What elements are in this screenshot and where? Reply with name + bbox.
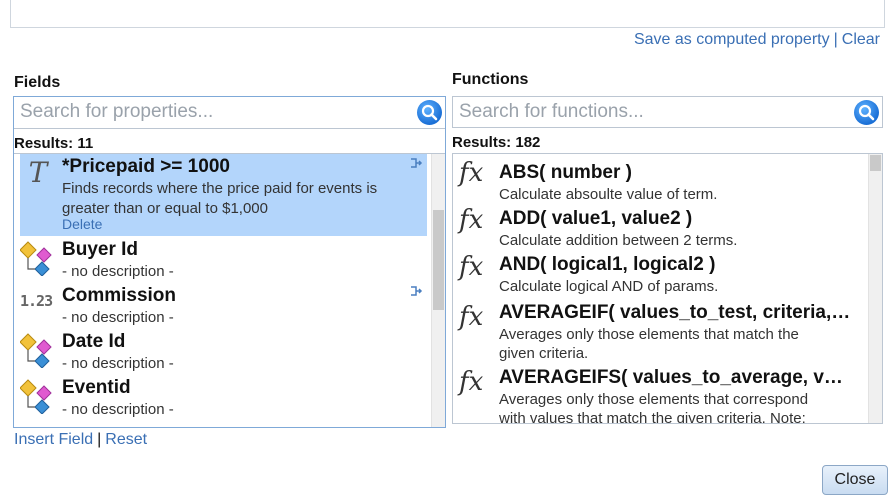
delete-field-link[interactable]: Delete bbox=[62, 216, 102, 232]
functions-title: Functions bbox=[452, 71, 529, 88]
drag-insert-icon[interactable] bbox=[409, 284, 423, 298]
dimension-hierarchy-icon bbox=[20, 241, 52, 276]
function-icon: fx bbox=[459, 302, 484, 332]
field-item-pricepaid[interactable]: T *Pricepaid >= 1000 Finds records where… bbox=[20, 154, 427, 236]
expression-actions: Save as computed property | Clear bbox=[634, 31, 880, 49]
field-item-eventid[interactable]: Eventid - no description - bbox=[20, 376, 427, 420]
function-icon: fx bbox=[459, 252, 484, 282]
field-name: Commission bbox=[62, 285, 177, 306]
function-item-add[interactable]: fx ADD( value1, value2 ) Calculate addit… bbox=[459, 205, 869, 249]
function-description-line: given criteria. bbox=[499, 345, 589, 362]
dimension-hierarchy-icon bbox=[20, 333, 52, 368]
link-separator: | bbox=[833, 31, 838, 48]
function-description: Calculate addition between 2 terms. bbox=[499, 232, 738, 249]
function-description: Averages only those elements that match … bbox=[499, 325, 799, 363]
fields-scrollbar-thumb[interactable] bbox=[433, 210, 444, 310]
function-description: Calculate absoulte value of term. bbox=[499, 186, 718, 203]
field-name: Eventid bbox=[62, 377, 131, 398]
fields-search-input[interactable] bbox=[20, 100, 400, 124]
function-signature: ABS( number ) bbox=[499, 162, 632, 183]
field-description-line: Finds records where the price paid for e… bbox=[62, 180, 378, 197]
functions-results-count: Results: 182 bbox=[452, 134, 541, 151]
function-icon: fx bbox=[459, 205, 484, 235]
fields-panel: Results: 11 T *Pricepaid >= 1000 Finds r… bbox=[13, 96, 446, 428]
function-description: Calculate logical AND of params. bbox=[499, 278, 719, 295]
field-item-buyer-id[interactable]: Buyer Id - no description - bbox=[20, 238, 427, 282]
fields-search-button[interactable] bbox=[417, 100, 442, 125]
function-signature: AVERAGEIFS( values_to_average, v… bbox=[499, 367, 843, 388]
fields-list[interactable]: T *Pricepaid >= 1000 Finds records where… bbox=[14, 153, 445, 427]
field-description-line: greater than or equal to $1,000 bbox=[62, 200, 268, 217]
search-icon bbox=[858, 104, 875, 121]
clear-link[interactable]: Clear bbox=[842, 31, 880, 48]
fields-scrollbar[interactable] bbox=[431, 154, 445, 427]
field-item-date-id[interactable]: Date Id - no description - bbox=[20, 330, 427, 374]
insert-field-link[interactable]: Insert Field bbox=[14, 431, 93, 448]
function-icon: fx bbox=[459, 367, 484, 397]
function-item-averageif[interactable]: fx AVERAGEIF( values_to_test, criteria,…… bbox=[459, 298, 869, 363]
fields-search-box bbox=[14, 97, 445, 129]
field-description: Finds records where the price paid for e… bbox=[62, 179, 377, 219]
search-icon bbox=[421, 104, 438, 121]
dimension-hierarchy-icon bbox=[20, 379, 52, 414]
link-separator: | bbox=[97, 431, 102, 448]
field-name: Date Id bbox=[62, 331, 126, 352]
function-icon: fx bbox=[459, 158, 484, 188]
functions-search-button[interactable] bbox=[854, 100, 879, 125]
expression-textarea[interactable] bbox=[10, 0, 885, 28]
functions-search-box bbox=[452, 96, 883, 128]
field-description: - no description - bbox=[62, 355, 174, 372]
function-description: Averages only those elements that corres… bbox=[499, 390, 809, 424]
function-signature: ADD( value1, value2 ) bbox=[499, 208, 693, 229]
number-type-icon: 1.23 bbox=[20, 292, 53, 310]
function-signature: AND( logical1, logical2 ) bbox=[499, 254, 716, 275]
field-description: - no description - bbox=[62, 263, 174, 280]
function-description-line: Averages only those elements that match … bbox=[499, 326, 799, 343]
save-computed-property-link[interactable]: Save as computed property bbox=[634, 31, 830, 48]
function-description-line: Averages only those elements that corres… bbox=[499, 391, 809, 408]
fields-actions: Insert Field | Reset bbox=[14, 431, 147, 449]
field-item-commission[interactable]: 1.23 Commission - no description - bbox=[20, 284, 427, 328]
field-description: - no description - bbox=[62, 401, 174, 418]
field-name: Buyer Id bbox=[62, 239, 139, 260]
functions-scrollbar[interactable] bbox=[868, 154, 882, 423]
text-type-icon: T bbox=[22, 156, 54, 193]
function-signature: AVERAGEIF( values_to_test, criteria,… bbox=[499, 302, 851, 323]
close-button[interactable]: Close bbox=[822, 465, 888, 495]
svg-text:T: T bbox=[29, 158, 50, 188]
function-description-line: with values that match the given criteri… bbox=[499, 410, 806, 424]
function-item-and[interactable]: fx AND( logical1, logical2 ) Calculate l… bbox=[459, 252, 869, 296]
fields-title: Fields bbox=[14, 74, 61, 91]
functions-search-input[interactable] bbox=[459, 100, 839, 124]
functions-list[interactable]: fx ABS( number ) Calculate absoulte valu… bbox=[452, 153, 883, 424]
field-description: - no description - bbox=[62, 309, 174, 326]
field-name: *Pricepaid >= 1000 bbox=[62, 156, 230, 177]
fields-results-count: Results: 11 bbox=[14, 135, 94, 152]
functions-scrollbar-thumb[interactable] bbox=[870, 155, 881, 171]
function-item-abs[interactable]: fx ABS( number ) Calculate absoulte valu… bbox=[459, 158, 869, 203]
drag-insert-icon[interactable] bbox=[409, 156, 423, 170]
reset-link[interactable]: Reset bbox=[105, 431, 147, 448]
function-item-averageifs[interactable]: fx AVERAGEIFS( values_to_average, v… Ave… bbox=[459, 363, 869, 424]
